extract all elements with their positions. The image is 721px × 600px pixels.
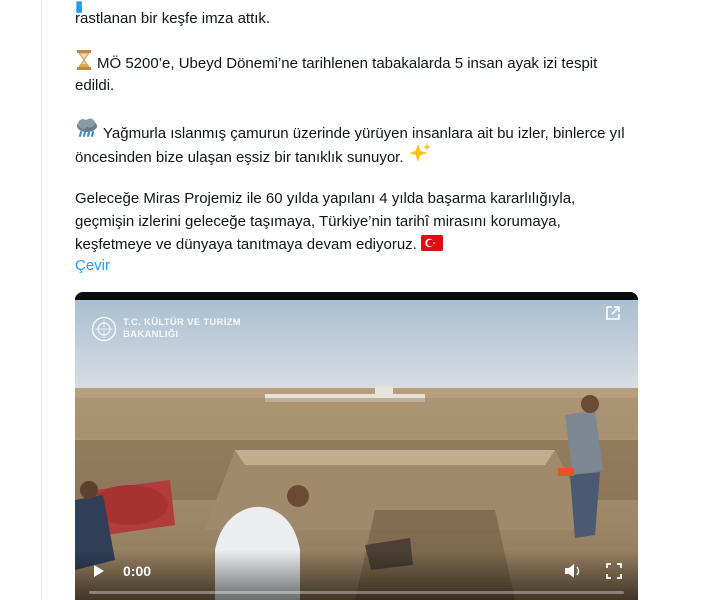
date-line-2: edildi. (75, 77, 115, 94)
future-line-1: Geleceğe Miras Projemiz ile 60 yılda yap… (75, 190, 576, 207)
post-paragraph-rain-2: öncesinden bize ulaşan eşsiz bir tanıklı… (75, 142, 436, 171)
video-top-edge (75, 292, 638, 300)
rain-line-1: Yağmurla ıslanmış çamurun üzerinde yürüy… (103, 125, 625, 142)
post-line-top: rastlanan bir keşfe imza attık. (75, 10, 271, 27)
video-progress-bar[interactable] (89, 591, 624, 594)
ministry-logo: T.C. KÜLTÜR VE TURİZM BAKANLIĞI (91, 316, 241, 342)
play-icon[interactable] (93, 564, 105, 578)
expand-icon[interactable] (604, 304, 622, 322)
logo-line-2: BAKANLIĞI (123, 329, 179, 340)
ministry-logo-text: T.C. KÜLTÜR VE TURİZM BAKANLIĞI (123, 317, 241, 341)
post-paragraph-date: MÖ 5200’e, Ubeyd Dönemi’ne tarihlenen ta… (75, 50, 597, 77)
fullscreen-icon[interactable] (606, 563, 622, 579)
translate-link[interactable]: Çevir (75, 257, 110, 274)
video-controls: 0:00 (75, 550, 638, 600)
rain-line-2: öncesinden bize ulaşan eşsiz bir tanıklı… (75, 149, 404, 166)
ministry-emblem-icon (91, 316, 117, 342)
date-line-1: MÖ 5200’e, Ubeyd Dönemi’ne tarihlenen ta… (97, 55, 598, 72)
future-line-2: geçmişin izlerini geleceğe taşımaya, Tür… (75, 213, 561, 230)
logo-line-1: T.C. KÜLTÜR VE TURİZM (123, 317, 242, 328)
sparkles-icon (408, 142, 432, 171)
post-paragraph-future-3: keşfetmeye ve dünyaya tanıtmaya devam ed… (75, 233, 447, 258)
timeline-divider (41, 0, 42, 600)
future-line-3: keşfetmeye ve dünyaya tanıtmaya devam ed… (75, 236, 417, 253)
video-player[interactable]: T.C. KÜLTÜR VE TURİZM BAKANLIĞI 0:00 (75, 292, 638, 600)
hourglass-icon (75, 50, 93, 77)
turkey-flag-icon (421, 235, 444, 258)
video-time: 0:00 (123, 563, 152, 579)
volume-icon[interactable] (564, 563, 582, 579)
